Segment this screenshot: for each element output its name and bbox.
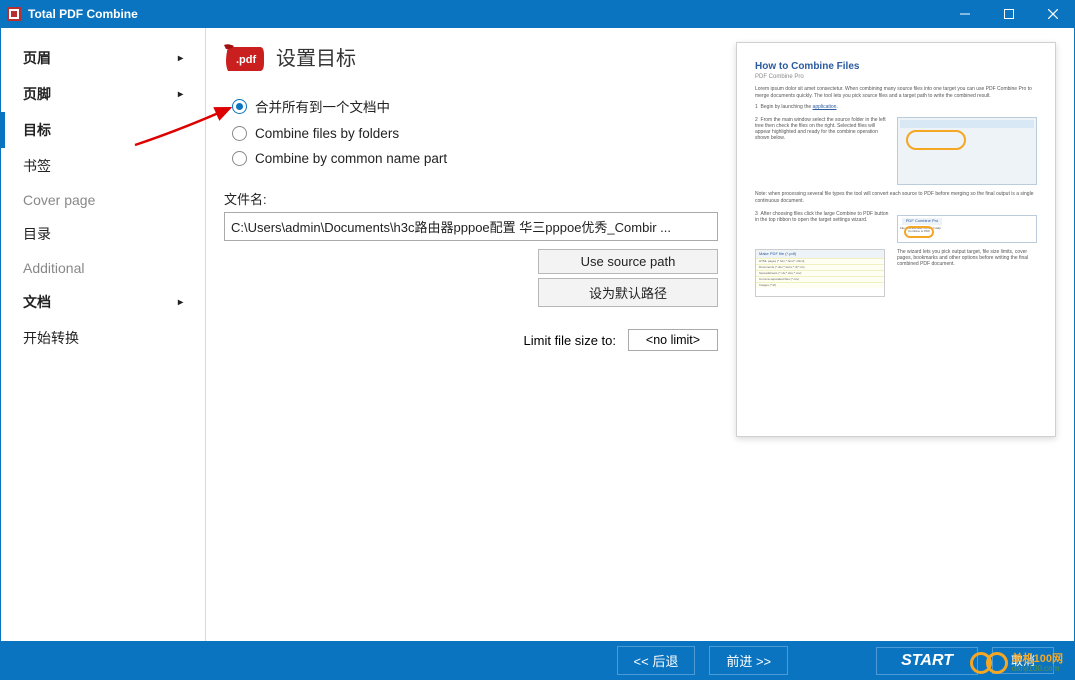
radio-label: Combine by common name part: [255, 151, 447, 166]
preview-thumb: Make PDF file (*.pdf) HTML pages (*.htm;…: [755, 249, 885, 297]
cancel-button[interactable]: 取消: [992, 647, 1054, 674]
sidebar-item-additional[interactable]: Additional: [1, 252, 205, 284]
preview-step: 3 After choosing files click the large C…: [755, 211, 1037, 243]
limit-label: Limit file size to:: [524, 333, 616, 348]
sidebar-item-cover[interactable]: Cover page: [1, 184, 205, 216]
sidebar: 页眉 ▸ 页脚 ▸ 目标 书签 Cover page 目录 Additional…: [1, 28, 206, 641]
sidebar-item-start[interactable]: 开始转换: [1, 320, 205, 356]
heading-row: .pdf 设置目标: [224, 42, 718, 71]
sidebar-item-document[interactable]: 文档 ▸: [1, 284, 205, 320]
bottombar: << 后退 前进 >> START 取消: [0, 642, 1075, 680]
preview-thumb: PDF Combine Pro File Process Edit Conver…: [897, 215, 1037, 243]
main-panel: .pdf 设置目标 合并所有到一个文档中 Combine files by fo…: [206, 28, 1074, 641]
filename-input[interactable]: C:\Users\admin\Documents\h3c路由器pppoe配置 华…: [224, 212, 718, 241]
maximize-button[interactable]: [987, 0, 1031, 28]
sidebar-item-target[interactable]: 目标: [1, 112, 205, 148]
start-button[interactable]: START: [876, 647, 978, 675]
window-title: Total PDF Combine: [28, 7, 943, 21]
preview-thumb: [897, 117, 1037, 185]
radio-label: Combine files by folders: [255, 126, 399, 141]
radio-icon: [232, 151, 247, 166]
sidebar-item-label: Cover page: [23, 192, 95, 208]
preview-text: Lorem ipsum dolor sit amet consectetur. …: [755, 86, 1037, 100]
preview-text: 1 Begin by launching the application.: [755, 104, 1037, 111]
radio-combine-all[interactable]: 合并所有到一个文档中: [224, 91, 718, 121]
back-button[interactable]: << 后退: [617, 646, 696, 675]
radio-icon: [232, 99, 247, 114]
pdf-icon: .pdf: [224, 43, 264, 71]
titlebar: Total PDF Combine: [0, 0, 1075, 28]
forward-button[interactable]: 前进 >>: [709, 646, 788, 675]
app-icon: [6, 6, 22, 22]
window-body: 页眉 ▸ 页脚 ▸ 目标 书签 Cover page 目录 Additional…: [0, 28, 1075, 642]
preview-subtitle: PDF Combine Pro: [755, 74, 1037, 80]
svg-text:.pdf: .pdf: [236, 54, 256, 66]
radio-icon: [232, 126, 247, 141]
preview-step: 2 From the main window select the source…: [755, 117, 1037, 185]
set-default-path-button[interactable]: 设为默认路径: [538, 278, 718, 307]
limit-input[interactable]: <no limit>: [628, 329, 718, 351]
radio-label: 合并所有到一个文档中: [255, 96, 390, 116]
page-heading: 设置目标: [276, 42, 356, 71]
chevron-right-icon: ▸: [178, 297, 183, 308]
radio-by-folders[interactable]: Combine files by folders: [224, 121, 718, 146]
filename-label: 文件名:: [224, 189, 718, 208]
sidebar-item-label: 页脚: [23, 84, 51, 104]
sidebar-item-label: Additional: [23, 260, 85, 276]
preview-title: How to Combine Files: [755, 61, 1037, 72]
sidebar-item-label: 文档: [23, 292, 51, 312]
chevron-right-icon: ▸: [178, 89, 183, 100]
sidebar-item-label: 开始转换: [23, 328, 79, 348]
sidebar-item-label: 目标: [23, 120, 51, 140]
preview-pane: How to Combine Files PDF Combine Pro Lor…: [736, 42, 1056, 437]
radio-by-name[interactable]: Combine by common name part: [224, 146, 718, 171]
sidebar-item-toc[interactable]: 目录: [1, 216, 205, 252]
minimize-button[interactable]: [943, 0, 987, 28]
limit-row: Limit file size to: <no limit>: [224, 329, 718, 351]
sidebar-item-label: 书签: [23, 156, 51, 176]
sidebar-item-label: 页眉: [23, 48, 51, 68]
close-button[interactable]: [1031, 0, 1075, 28]
sidebar-item-label: 目录: [23, 224, 51, 244]
chevron-right-icon: ▸: [178, 53, 183, 64]
sidebar-item-bookmark[interactable]: 书签: [1, 148, 205, 184]
sidebar-item-footer[interactable]: 页脚 ▸: [1, 76, 205, 112]
preview-text: Note: when processing several file types…: [755, 191, 1037, 205]
sidebar-item-header[interactable]: 页眉 ▸: [1, 40, 205, 76]
preview-step: Make PDF file (*.pdf) HTML pages (*.htm;…: [755, 249, 1037, 297]
use-source-path-button[interactable]: Use source path: [538, 249, 718, 274]
content-column: .pdf 设置目标 合并所有到一个文档中 Combine files by fo…: [224, 42, 718, 631]
